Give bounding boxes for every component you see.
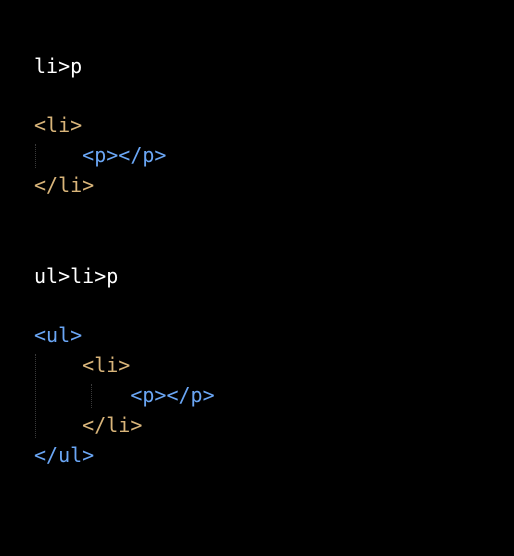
- li-open-tag: <li>: [34, 353, 131, 377]
- code-editor-view: { "example1": { "abbreviation": "li>p", …: [0, 0, 514, 556]
- ul-close-tag: </ul>: [34, 443, 95, 467]
- li-open-tag: <li>: [34, 113, 83, 137]
- abbreviation-ul-li-p: ul>li>p: [34, 264, 119, 288]
- abbreviation-li-p: li>p: [34, 54, 83, 78]
- li-close-tag: </li>: [34, 173, 95, 197]
- example-ul-li-p: ul>li>p: [34, 261, 118, 291]
- example-li-p: li>p: [34, 51, 82, 81]
- p-element: <p></p>: [34, 383, 215, 407]
- expanded-ul-li-p: <ul> <li> <p></p> </li> </ul>: [34, 320, 215, 470]
- li-close-tag: </li>: [34, 413, 143, 437]
- p-element: <p></p>: [34, 143, 167, 167]
- expanded-li-p: <li> <p></p> </li>: [34, 110, 166, 200]
- ul-open-tag: <ul>: [34, 323, 83, 347]
